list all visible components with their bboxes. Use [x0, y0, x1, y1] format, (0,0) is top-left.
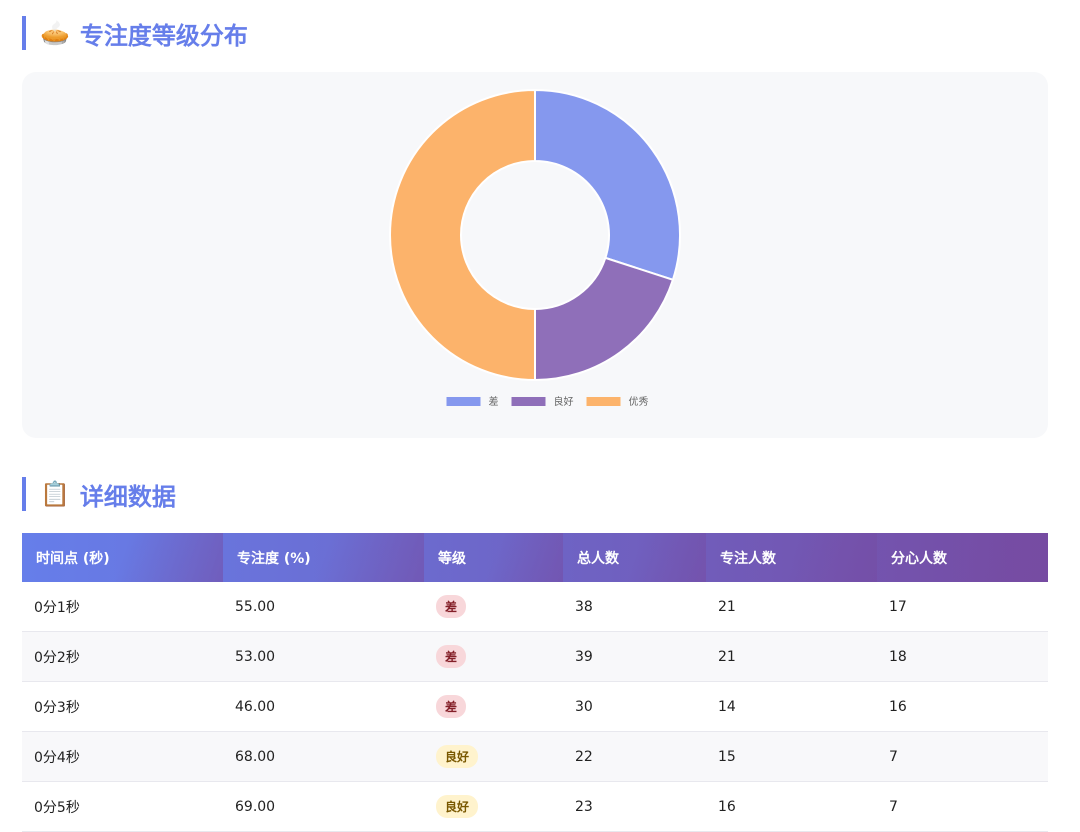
cell-total: 30: [563, 681, 706, 732]
cell-distracted: 7: [877, 781, 1048, 832]
level-badge: 差: [436, 695, 467, 718]
legend-swatch-1[interactable]: [511, 397, 546, 406]
donut-chart: 差 良好 优秀: [389, 88, 681, 408]
header-level[interactable]: 等级: [424, 533, 563, 582]
cell-distracted: 18: [877, 631, 1048, 682]
donut-chart-card: 差 良好 优秀: [22, 72, 1048, 438]
cell-total: 22: [563, 731, 706, 782]
detail-title-text: 详细数据: [79, 482, 176, 511]
donut-slice-1[interactable]: [534, 256, 675, 382]
cell-time: 0分1秒: [22, 582, 223, 632]
header-focus[interactable]: 专注度 (%): [223, 533, 424, 582]
cell-level: 差: [424, 582, 563, 632]
table-row: 0分4秒 68.00 良好 22 15 7: [22, 731, 1048, 782]
table-row: 0分5秒 69.00 良好 23 16 7: [22, 781, 1048, 832]
cell-distracted: 7: [877, 731, 1048, 782]
legend-swatch-0[interactable]: [446, 397, 481, 406]
cell-distracted: 16: [877, 681, 1048, 732]
cell-distracted: 17: [877, 582, 1048, 632]
cell-total: 23: [563, 781, 706, 832]
header-distracted[interactable]: 分心人数: [877, 533, 1048, 582]
cell-focused: 16: [706, 781, 877, 832]
cell-focused: 21: [706, 582, 877, 632]
cell-total: 39: [563, 631, 706, 682]
legend-swatch-2[interactable]: [586, 397, 621, 406]
donut-slice-2[interactable]: [389, 88, 536, 382]
pie-emoji-icon: 🥧: [40, 19, 70, 47]
cell-focused: 14: [706, 681, 877, 732]
legend-label-0[interactable]: 差: [489, 395, 499, 408]
level-badge: 良好: [436, 745, 479, 768]
cell-focus: 68.00: [223, 731, 424, 782]
clipboard-emoji-icon: 📋: [40, 480, 70, 508]
cell-focus: 69.00: [223, 781, 424, 832]
detail-section-title: 📋 详细数据: [22, 477, 176, 511]
distribution-title-text: 专注度等级分布: [79, 21, 248, 50]
legend-label-1[interactable]: 良好: [554, 395, 574, 408]
cell-focus: 55.00: [223, 582, 424, 632]
cell-focus: 53.00: [223, 631, 424, 682]
legend-label-2[interactable]: 优秀: [629, 395, 649, 408]
table-header-row: 时间点 (秒) 专注度 (%) 等级 总人数 专注人数 分心人数: [22, 533, 1048, 582]
table-row: 0分1秒 55.00 差 38 21 17: [22, 582, 1048, 632]
cell-level: 差: [424, 681, 563, 732]
cell-level: 良好: [424, 781, 563, 832]
distribution-section-title: 🥧 专注度等级分布: [22, 16, 248, 50]
detail-data-table: 时间点 (秒) 专注度 (%) 等级 总人数 专注人数 分心人数 0分1秒 55…: [22, 533, 1048, 832]
cell-focused: 21: [706, 631, 877, 682]
level-badge: 差: [436, 595, 467, 618]
donut-slice-0[interactable]: [534, 88, 681, 282]
header-focused[interactable]: 专注人数: [706, 533, 877, 582]
cell-level: 良好: [424, 731, 563, 782]
header-total[interactable]: 总人数: [563, 533, 706, 582]
cell-focused: 15: [706, 731, 877, 782]
cell-time: 0分3秒: [22, 681, 223, 732]
header-time[interactable]: 时间点 (秒): [22, 533, 223, 582]
cell-total: 38: [563, 582, 706, 632]
cell-time: 0分5秒: [22, 781, 223, 832]
level-badge: 差: [436, 645, 467, 668]
cell-time: 0分2秒: [22, 631, 223, 682]
level-badge: 良好: [436, 795, 479, 818]
table-row: 0分3秒 46.00 差 30 14 16: [22, 681, 1048, 732]
cell-time: 0分4秒: [22, 731, 223, 782]
table-row: 0分2秒 53.00 差 39 21 18: [22, 631, 1048, 682]
cell-focus: 46.00: [223, 681, 424, 732]
cell-level: 差: [424, 631, 563, 682]
